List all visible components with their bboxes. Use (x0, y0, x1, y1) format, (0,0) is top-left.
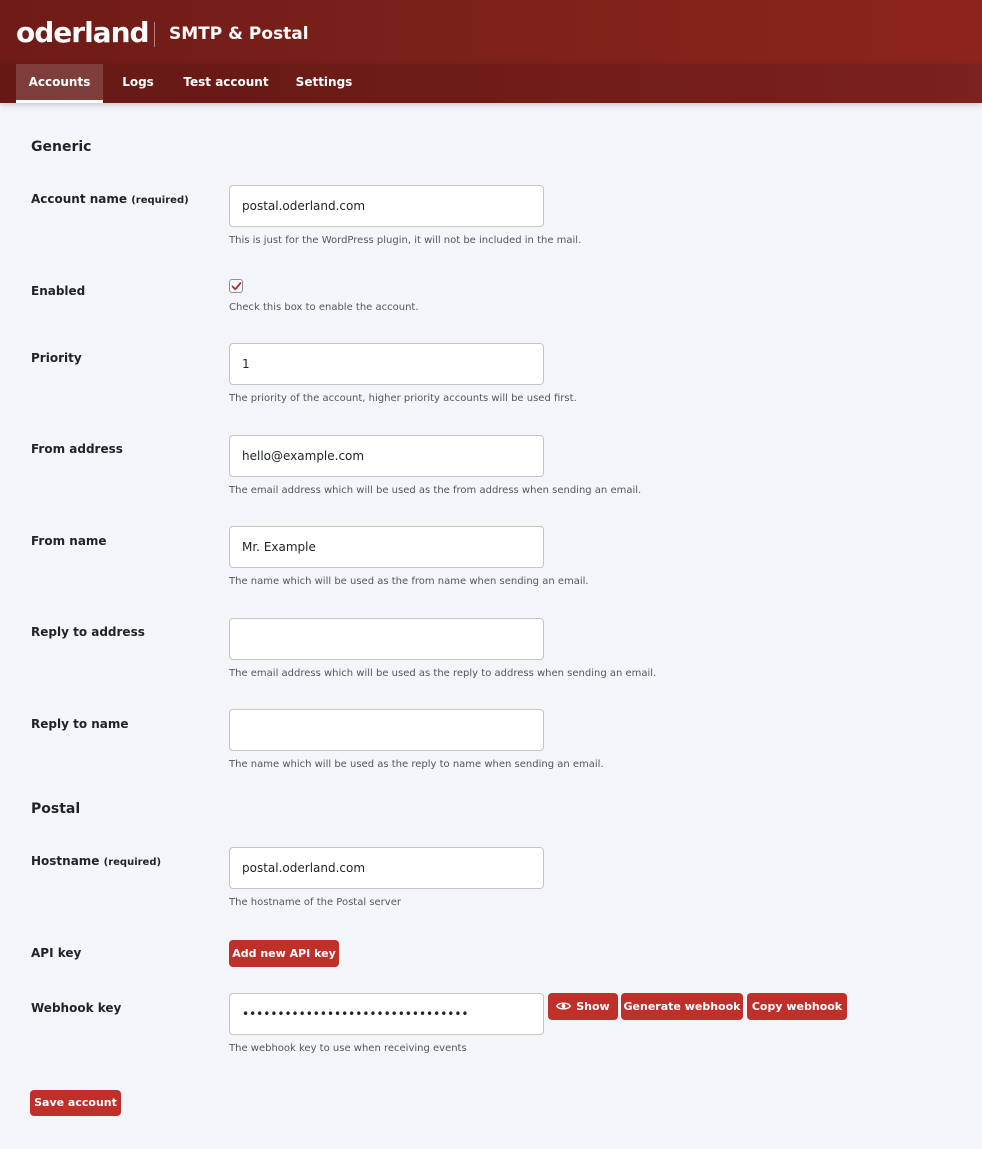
required-marker: (required) (131, 195, 189, 206)
from-address-label: From address (31, 442, 123, 456)
hostname-help: The hostname of the Postal server (229, 897, 401, 908)
show-webhook-button[interactable]: Show (548, 993, 618, 1020)
enabled-label: Enabled (31, 284, 86, 298)
account-name-input[interactable] (229, 185, 544, 227)
reply-to-address-input[interactable] (229, 618, 544, 660)
from-address-help: The email address which will be used as … (229, 485, 642, 496)
tab-settings[interactable]: Settings (290, 64, 358, 103)
hostname-label: Hostname (required) (31, 854, 161, 868)
webhook-key-help: The webhook key to use when receiving ev… (229, 1043, 467, 1054)
reply-to-address-help: The email address which will be used as … (229, 668, 657, 679)
required-marker: (required) (103, 857, 162, 868)
api-key-label: API key (31, 946, 82, 960)
from-name-label: From name (31, 534, 107, 548)
app-title: SMTP & Postal (169, 24, 309, 44)
save-account-button[interactable]: Save account (30, 1090, 121, 1116)
account-name-label: Account name (required) (31, 192, 189, 206)
checkmark-icon (231, 282, 242, 291)
reply-to-name-help: The name which will be used as the reply… (229, 759, 604, 770)
priority-input[interactable] (229, 343, 544, 385)
eye-icon (556, 1002, 572, 1010)
nav-tabs: Accounts Logs Test account Settings (0, 64, 982, 103)
copy-webhook-button[interactable]: Copy webhook (747, 993, 847, 1020)
top-bar: oderland SMTP & Postal (0, 0, 982, 64)
reply-to-address-label: Reply to address (31, 625, 145, 639)
enabled-checkbox[interactable] (229, 279, 243, 293)
oderland-logo: oderland (16, 16, 150, 49)
from-name-input[interactable] (229, 526, 544, 568)
tab-test-account[interactable]: Test account (180, 64, 272, 103)
generate-webhook-button[interactable]: Generate webhook (621, 993, 743, 1020)
enabled-help: Check this box to enable the account. (229, 302, 419, 313)
webhook-key-label: Webhook key (31, 1001, 122, 1015)
show-button-label: Show (576, 1000, 610, 1013)
priority-help: The priority of the account, higher prio… (229, 393, 577, 404)
logo-divider (154, 22, 155, 47)
account-name-help: This is just for the WordPress plugin, i… (229, 235, 582, 246)
reply-to-name-label: Reply to name (31, 717, 129, 731)
reply-to-name-input[interactable] (229, 709, 544, 751)
hostname-label-text: Hostname (31, 854, 100, 868)
priority-label: Priority (31, 351, 82, 365)
from-name-help: The name which will be used as the from … (229, 576, 589, 587)
add-api-key-button[interactable]: Add new API key (229, 940, 339, 967)
tab-accounts[interactable]: Accounts (16, 64, 103, 103)
section-title-generic: Generic (31, 139, 92, 155)
account-name-label-text: Account name (31, 192, 128, 206)
section-title-postal: Postal (31, 801, 81, 817)
webhook-key-input[interactable] (229, 993, 544, 1035)
tab-logs[interactable]: Logs (113, 64, 163, 103)
hostname-input[interactable] (229, 847, 544, 889)
from-address-input[interactable] (229, 435, 544, 477)
